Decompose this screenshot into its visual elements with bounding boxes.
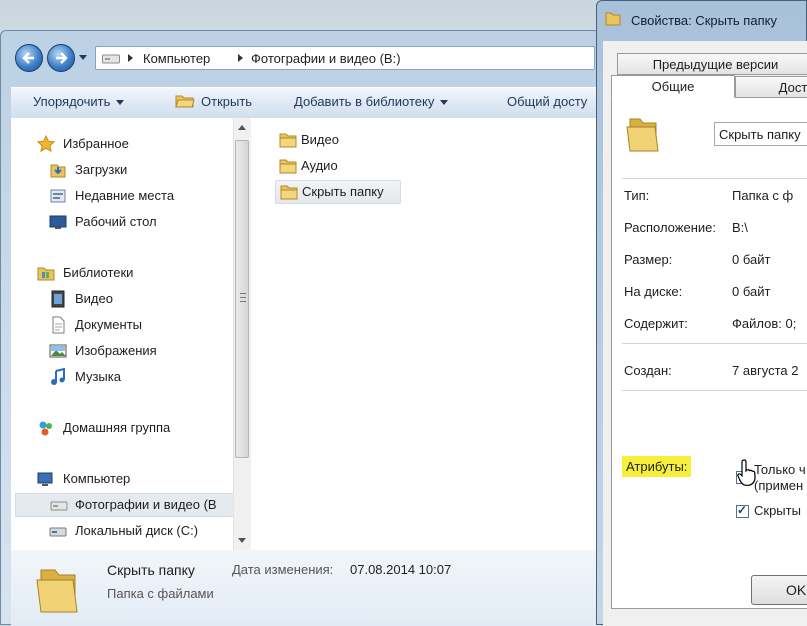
arrow-left-icon <box>22 52 34 64</box>
breadcrumb-drive[interactable]: Фотографии и видео (B:) <box>251 51 401 66</box>
history-dropdown-icon[interactable] <box>79 55 87 61</box>
local-disk-icon <box>49 527 67 537</box>
type-value: Папка с ф <box>732 188 794 203</box>
dialog-title: Свойства: Скрыть папку <box>631 13 777 28</box>
breadcrumb-separator <box>128 54 133 62</box>
libraries-icon <box>37 267 55 281</box>
documents-icon <box>52 316 65 334</box>
caret-down-icon <box>440 100 449 106</box>
command-bar: Упорядочить Открыть Добавить в библиотек… <box>11 87 601 119</box>
general-tab-panel: Скрыть папку Тип: Папка с ф Расположение… <box>611 97 807 609</box>
location-label: Расположение: <box>624 220 716 235</box>
folder-icon <box>36 569 78 613</box>
breadcrumb-separator <box>238 54 243 62</box>
forward-button[interactable] <box>47 44 75 72</box>
folder-icon <box>280 185 298 200</box>
dialog-body: Предыдущие версии Общие Дост Скрыть папк… <box>603 41 807 626</box>
folder-icon <box>605 12 621 26</box>
file-list: Видео Аудио Скрыть папку <box>251 118 601 550</box>
star-icon <box>37 135 55 153</box>
contains-value: Файлов: 0; <box>732 316 797 331</box>
location-value: B:\ <box>732 220 748 235</box>
details-modified-value: 07.08.2014 10:07 <box>350 562 452 577</box>
details-name: Скрыть папку <box>107 562 195 578</box>
add-to-library-button[interactable]: Добавить в библиотеку <box>294 94 449 109</box>
details-modified-label: Дата изменения: <box>232 562 334 577</box>
readonly-label-line2: (примен <box>754 478 804 493</box>
explorer-window: Компьютер Фотографии и видео (B:) Упоряд… <box>0 30 601 626</box>
organize-button[interactable]: Упорядочить <box>33 94 125 109</box>
drive-icon <box>102 54 120 64</box>
folder-icon <box>626 118 659 152</box>
arrow-right-icon <box>56 52 68 64</box>
breadcrumb-computer[interactable]: Компьютер <box>143 51 210 66</box>
nav-photos-drive[interactable]: Фотографии и видео (B <box>15 493 233 517</box>
created-label: Создан: <box>624 363 672 378</box>
scroll-down-icon[interactable] <box>238 538 246 543</box>
size-value: 0 байт <box>732 252 771 267</box>
address-bar[interactable]: Компьютер Фотографии и видео (B:) <box>95 46 595 70</box>
divider <box>622 343 807 344</box>
tab-previous-versions[interactable]: Предыдущие версии <box>617 53 807 75</box>
folder-name-field[interactable]: Скрыть папку <box>714 122 807 146</box>
navigation-bar: Компьютер Фотографии и видео (B:) <box>11 41 595 75</box>
video-library-icon <box>51 290 65 308</box>
content-area: Избранное Загрузки Недавние места Рабочи… <box>11 118 601 551</box>
details-type: Папка с файлами <box>107 586 214 601</box>
folder-icon <box>279 133 297 148</box>
size-label: Размер: <box>624 252 673 267</box>
downloads-icon <box>50 164 66 178</box>
readonly-label-line1: Только ч <box>754 462 806 477</box>
size-on-disk-value: 0 байт <box>732 284 771 299</box>
file-item-video[interactable]: Видео <box>275 129 355 151</box>
open-folder-icon <box>175 95 195 108</box>
recent-places-icon <box>50 189 66 203</box>
desktop-icon <box>49 215 67 229</box>
attributes-label: Атрибуты: <box>622 456 692 477</box>
size-on-disk-label: На диске: <box>624 284 683 299</box>
created-value: 7 августа 2 <box>732 363 799 378</box>
tab-access[interactable]: Дост <box>735 76 807 98</box>
file-item-audio[interactable]: Аудио <box>275 155 355 177</box>
tab-general[interactable]: Общие <box>611 75 735 98</box>
properties-dialog: Свойства: Скрыть папку Предыдущие версии… <box>596 0 807 626</box>
share-button[interactable]: Общий досту <box>507 94 587 109</box>
removable-drive-icon <box>50 501 68 511</box>
hand-cursor-icon <box>737 459 756 486</box>
grip-icon <box>240 293 246 302</box>
type-label: Тип: <box>624 188 650 203</box>
contains-label: Содержит: <box>624 316 688 331</box>
computer-icon <box>37 472 53 486</box>
divider <box>622 390 807 391</box>
open-button[interactable]: Открыть <box>201 94 252 109</box>
scrollbar-thumb[interactable] <box>235 140 249 458</box>
pictures-icon <box>49 344 67 358</box>
music-icon <box>51 368 65 385</box>
hidden-checkbox[interactable] <box>736 503 749 518</box>
navigation-pane: Избранное Загрузки Недавние места Рабочи… <box>11 118 233 550</box>
details-pane: Скрыть папку Папка с файлами Дата измене… <box>11 550 601 626</box>
homegroup-icon <box>39 421 52 436</box>
ok-button[interactable]: OK <box>751 575 807 605</box>
divider <box>622 178 807 179</box>
scroll-up-icon[interactable] <box>238 125 246 130</box>
nav-pane-scrollbar[interactable] <box>233 118 251 550</box>
folder-icon <box>279 159 297 174</box>
caret-down-icon <box>116 100 125 106</box>
file-item-hide-folder[interactable]: Скрыть папку <box>275 180 401 204</box>
back-button[interactable] <box>15 44 43 72</box>
hidden-label: Скрыты <box>754 503 801 518</box>
